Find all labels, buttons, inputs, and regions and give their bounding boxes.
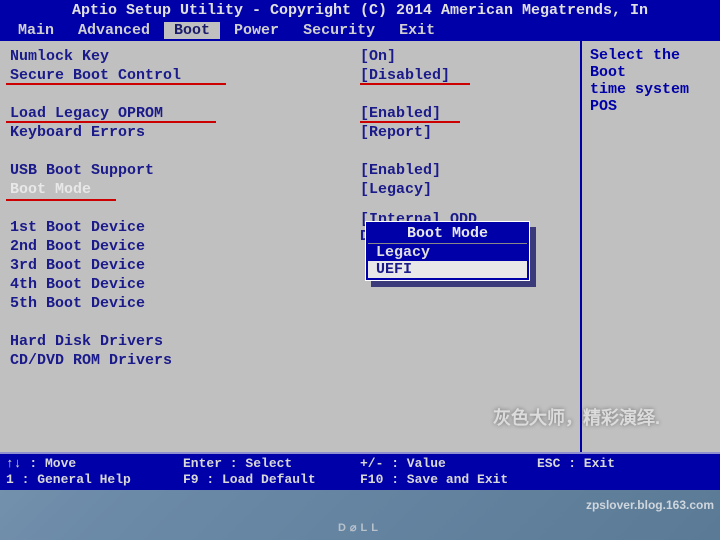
- setting-label: Secure Boot Control: [10, 67, 360, 84]
- help-text-line: time system POS: [590, 81, 712, 115]
- setting-label: Keyboard Errors: [10, 124, 360, 141]
- setting-value: [On]: [360, 48, 396, 65]
- setting-label: 2nd Boot Device: [10, 238, 360, 255]
- popup-option-uefi[interactable]: UEFI: [368, 261, 527, 278]
- help-pane: Select the Boot time system POS: [580, 41, 720, 462]
- setting-label: 3rd Boot Device: [10, 257, 360, 274]
- menu-tab-boot[interactable]: Boot: [164, 22, 220, 39]
- setting-value: [Enabled]: [360, 105, 441, 122]
- setting-label: 4th Boot Device: [10, 276, 360, 293]
- setting-label: 5th Boot Device: [10, 295, 360, 312]
- setting-row: [10, 142, 570, 161]
- popup-title: Boot Mode: [368, 224, 527, 244]
- hint: ↑↓ : Move: [6, 456, 183, 472]
- setting-label: Numlock Key: [10, 48, 360, 65]
- setting-label: 1st Boot Device: [10, 219, 360, 236]
- setting-label: Boot Mode: [10, 181, 360, 198]
- hint: 1 : General Help: [6, 472, 183, 488]
- help-text-line: Select the Boot: [590, 47, 712, 81]
- setting-value: [Report]: [360, 124, 432, 141]
- hint: [537, 472, 714, 488]
- popup-option-legacy[interactable]: Legacy: [368, 244, 527, 261]
- boot-mode-popup[interactable]: Boot Mode LegacyUEFI: [365, 221, 530, 281]
- hint: F9 : Load Default: [183, 472, 360, 488]
- setting-row[interactable]: Numlock Key[On]: [10, 47, 570, 66]
- setting-row[interactable]: Hard Disk Drivers: [10, 332, 570, 351]
- setting-value: [Disabled]: [360, 67, 450, 84]
- setting-row[interactable]: Boot Mode[Legacy]: [10, 180, 570, 199]
- settings-pane: Numlock Key[On]Secure Boot Control[Disab…: [0, 41, 580, 462]
- bios-title: Aptio Setup Utility - Copyright (C) 2014…: [0, 0, 720, 21]
- setting-value: [Enabled]: [360, 162, 441, 179]
- setting-value: [Legacy]: [360, 181, 432, 198]
- setting-label: USB Boot Support: [10, 162, 360, 179]
- hint: ESC : Exit: [537, 456, 714, 472]
- menu-tab-advanced[interactable]: Advanced: [68, 22, 160, 39]
- menu-tab-main[interactable]: Main: [8, 22, 64, 39]
- menu-tab-power[interactable]: Power: [224, 22, 289, 39]
- menu-tab-security[interactable]: Security: [293, 22, 385, 39]
- setting-row[interactable]: USB Boot Support[Enabled]: [10, 161, 570, 180]
- setting-row: [10, 85, 570, 104]
- setting-row: [10, 313, 570, 332]
- menu-tab-exit[interactable]: Exit: [389, 22, 445, 39]
- hint: F10 : Save and Exit: [360, 472, 537, 488]
- setting-row[interactable]: 5th Boot Device: [10, 294, 570, 313]
- menu-bar: MainAdvancedBootPowerSecurityExit: [0, 21, 720, 40]
- setting-row[interactable]: CD/DVD ROM Drivers: [10, 351, 570, 370]
- hint: +/- : Value: [360, 456, 537, 472]
- setting-label: Hard Disk Drivers: [10, 333, 360, 350]
- dell-logo: D⌀LL: [338, 521, 382, 534]
- setting-row[interactable]: Keyboard Errors[Report]: [10, 123, 570, 142]
- footer-hints: ↑↓ : Move Enter : Select +/- : Value ESC…: [0, 452, 720, 490]
- setting-label: Load Legacy OPROM: [10, 105, 360, 122]
- watermark-url: zpslover.blog.163.com: [586, 498, 714, 512]
- setting-label: CD/DVD ROM Drivers: [10, 352, 360, 369]
- watermark-text: 灰色大师，精彩演绎.: [493, 404, 660, 430]
- hint: Enter : Select: [183, 456, 360, 472]
